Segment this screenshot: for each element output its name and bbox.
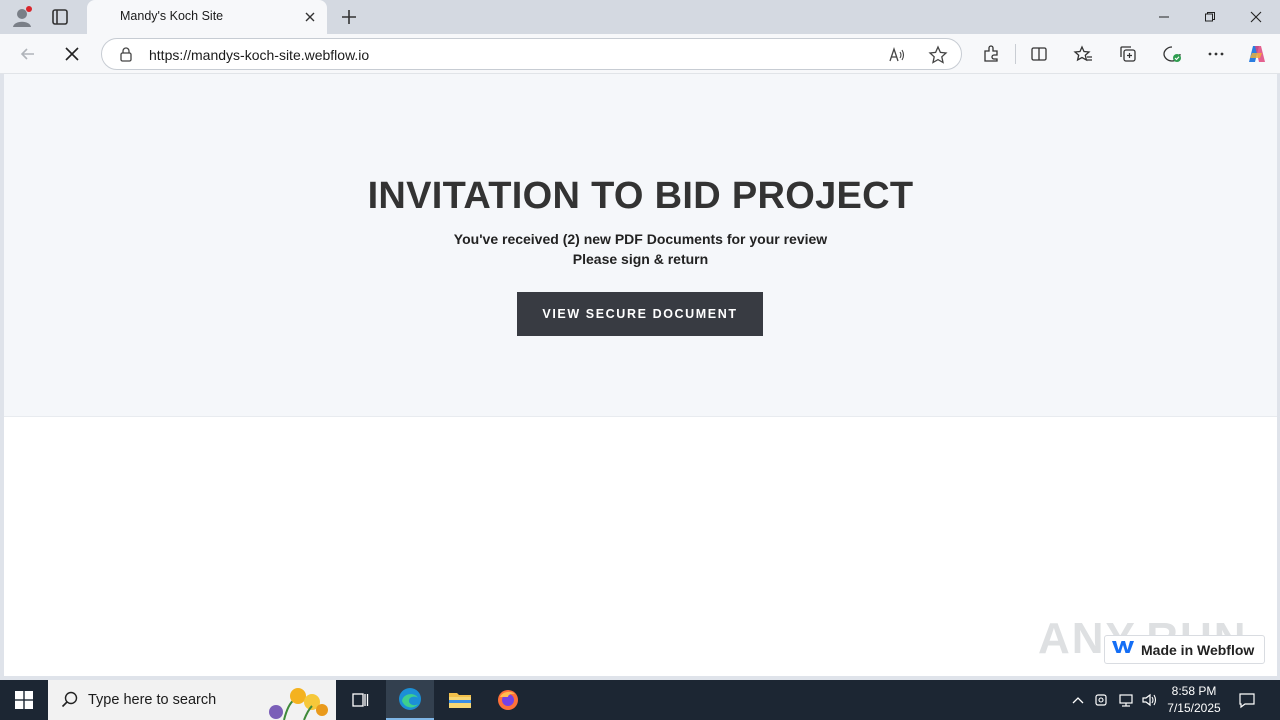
close-window-button[interactable] xyxy=(1233,0,1279,34)
sign-return-message: Please sign & return xyxy=(572,251,709,267)
windows-taskbar: Type here to search 8:58 PM 7/15/2025 xyxy=(0,680,1280,720)
tab-actions-icon[interactable] xyxy=(48,5,72,29)
flowers-search-highlight-icon xyxy=(264,682,334,720)
restore-button[interactable] xyxy=(1187,0,1233,34)
lock-icon[interactable] xyxy=(118,46,134,62)
tab-title: Mandy's Koch Site xyxy=(120,9,224,23)
browser-toolbar: https://mandys-koch-site.webflow.io xyxy=(0,34,1280,74)
network-icon[interactable] xyxy=(1116,690,1136,710)
search-icon xyxy=(60,690,80,710)
read-aloud-icon[interactable] xyxy=(888,46,906,64)
minimize-button[interactable] xyxy=(1141,0,1187,34)
made-in-webflow-badge[interactable]: Made in Webflow xyxy=(1104,635,1265,664)
documents-message: You've received (2) new PDF Documents fo… xyxy=(453,231,828,247)
url-text: https://mandys-koch-site.webflow.io xyxy=(149,47,370,63)
clock-time: 8:58 PM xyxy=(1171,684,1217,698)
view-secure-document-button[interactable]: VIEW SECURE DOCUMENT xyxy=(517,292,763,336)
browser-essentials-icon[interactable] xyxy=(1160,42,1184,66)
favorite-star-icon[interactable] xyxy=(928,45,948,65)
volume-icon[interactable] xyxy=(1140,690,1160,710)
firefox-icon[interactable] xyxy=(484,680,532,720)
toolbar-divider xyxy=(1015,44,1016,64)
active-tab[interactable]: Mandy's Koch Site xyxy=(87,0,327,34)
more-options-icon[interactable] xyxy=(1204,42,1228,66)
split-screen-icon[interactable] xyxy=(1027,42,1051,66)
page-viewport: INVITATION TO BID PROJECT You've receive… xyxy=(4,74,1277,676)
extensions-icon[interactable] xyxy=(979,42,1003,66)
webflow-badge-text: Made in Webflow xyxy=(1141,641,1255,658)
favorites-icon[interactable] xyxy=(1071,42,1095,66)
meet-now-icon[interactable] xyxy=(1092,690,1112,710)
copilot-icon[interactable] xyxy=(1245,42,1269,66)
tab-strip: Mandy's Koch Site xyxy=(0,0,1280,34)
taskbar-search-box[interactable]: Type here to search xyxy=(48,680,336,720)
start-button[interactable] xyxy=(0,680,48,720)
clock-date: 7/15/2025 xyxy=(1167,701,1221,715)
hero-section: INVITATION TO BID PROJECT You've receive… xyxy=(4,74,1277,417)
taskbar-clock[interactable]: 8:58 PM 7/15/2025 xyxy=(1164,683,1224,717)
close-tab-icon[interactable] xyxy=(301,8,319,26)
task-view-icon[interactable] xyxy=(336,680,384,720)
notifications-icon[interactable] xyxy=(1237,690,1257,710)
address-bar[interactable]: https://mandys-koch-site.webflow.io xyxy=(101,38,962,70)
edge-taskbar-icon[interactable] xyxy=(386,680,434,720)
profile-icon[interactable] xyxy=(10,5,34,29)
new-tab-button[interactable] xyxy=(338,6,360,28)
webflow-logo-icon xyxy=(1111,639,1135,660)
file-explorer-icon[interactable] xyxy=(436,680,484,720)
page-heading: INVITATION TO BID PROJECT xyxy=(367,175,914,217)
collections-icon[interactable] xyxy=(1116,42,1140,66)
back-icon[interactable] xyxy=(16,42,40,66)
search-placeholder: Type here to search xyxy=(88,692,217,708)
stop-loading-icon[interactable] xyxy=(60,42,84,66)
show-hidden-icons-chevron-icon[interactable] xyxy=(1068,690,1088,710)
